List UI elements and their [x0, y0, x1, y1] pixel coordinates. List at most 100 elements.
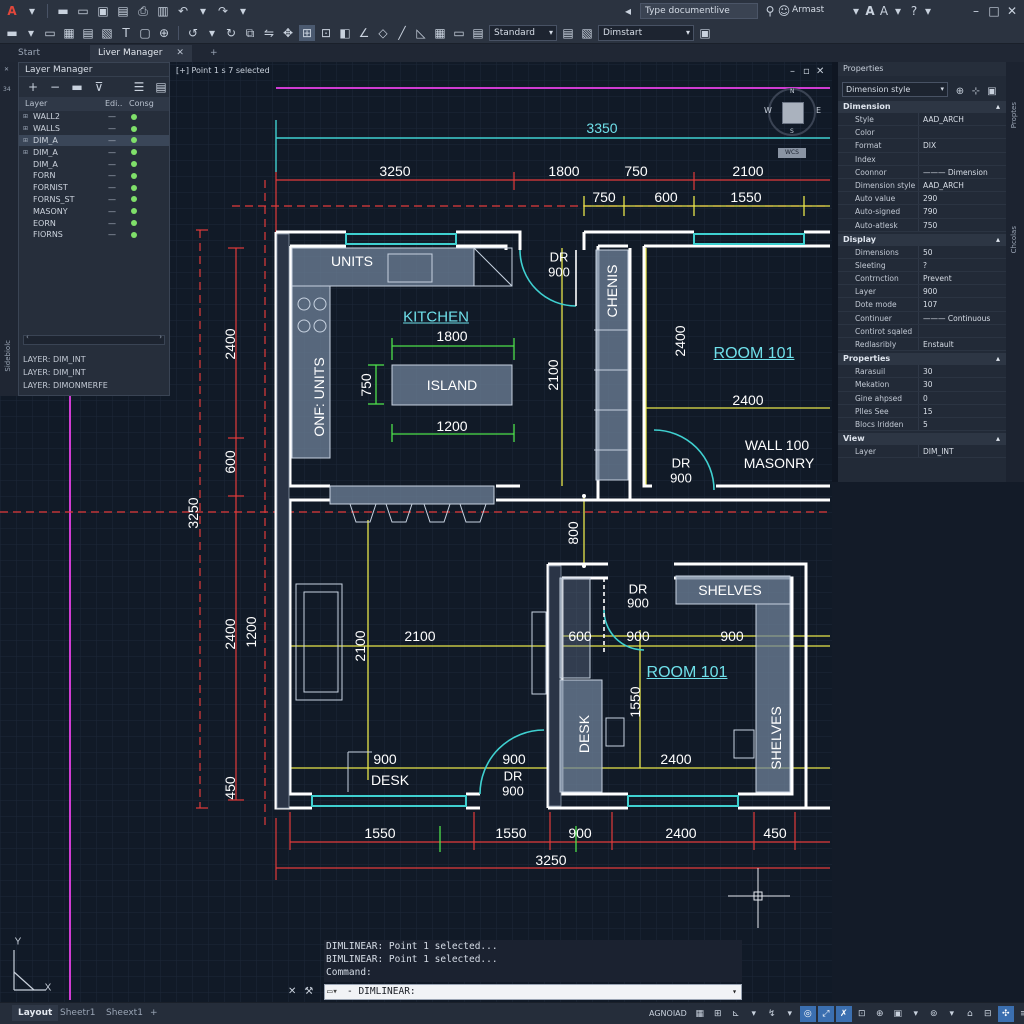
property-row[interactable]: Redlasribly Enstault: [838, 338, 1006, 352]
dim-lower-900d[interactable]: 900: [502, 751, 525, 767]
dim-top-1[interactable]: 3250: [379, 163, 410, 179]
dim-island-width[interactable]: 1800: [436, 328, 467, 344]
property-row[interactable]: Auto value 290: [838, 192, 1006, 206]
user-icon[interactable]: ☺: [776, 3, 792, 19]
viewport-close-icon[interactable]: ✕: [816, 66, 824, 77]
snap-dropdown-icon[interactable]: ▾: [746, 1006, 762, 1022]
isolate-icon[interactable]: ⌂: [962, 1006, 978, 1022]
label-desk-v[interactable]: DESK: [576, 715, 592, 753]
dim-mid-2400v[interactable]: 2400: [672, 325, 688, 356]
layer-edit[interactable]: —: [101, 171, 123, 180]
layer-row[interactable]: FORNIST —: [19, 182, 169, 194]
property-value[interactable]: AAD_ARCH: [918, 178, 996, 192]
property-row[interactable]: Contrnction Prevent: [838, 272, 1006, 286]
delete-layer-icon[interactable]: −: [47, 79, 63, 95]
table-icon[interactable]: ▦: [432, 25, 448, 41]
layout-icon[interactable]: ▭: [42, 25, 58, 41]
mirror-icon[interactable]: ⇋: [261, 25, 277, 41]
property-row[interactable]: Dimension style AAD_ARCH: [838, 178, 1006, 193]
dim-top2-3[interactable]: 1550: [730, 189, 761, 205]
property-value[interactable]: [918, 126, 996, 139]
property-value[interactable]: [918, 152, 996, 165]
label-dr-a[interactable]: DR: [550, 250, 569, 265]
layer-on-indicator[interactable]: [131, 161, 137, 168]
dim-left-2[interactable]: 600: [222, 450, 238, 473]
property-row[interactable]: Index: [838, 152, 1006, 166]
dim-lower-1550v[interactable]: 1550: [627, 686, 643, 717]
move-icon[interactable]: ✥: [280, 25, 296, 41]
transparency-icon[interactable]: ⊡: [854, 1006, 870, 1022]
viewport-minimize-icon[interactable]: –: [790, 66, 795, 77]
command-customize-icon[interactable]: ⚒: [304, 986, 313, 997]
layer-state-icon[interactable]: ▧: [579, 25, 595, 41]
label-shelves-v[interactable]: SHELVES: [768, 706, 784, 770]
property-row[interactable]: Blocs lridden 5: [838, 417, 1006, 432]
help-dropdown-icon[interactable]: ▾: [920, 3, 936, 19]
snap-toggle-icon[interactable]: ⊞: [710, 1006, 726, 1022]
layer-expand-icon[interactable]: ⊞: [19, 125, 29, 132]
tab-close-icon[interactable]: ✕: [176, 48, 184, 58]
col-layer[interactable]: Layer: [19, 97, 105, 111]
dim-radius-icon[interactable]: ◧: [337, 25, 353, 41]
property-row[interactable]: Mekation 30: [838, 378, 1006, 392]
layer-edit[interactable]: —: [101, 160, 123, 169]
label-kitchen[interactable]: KITCHEN: [403, 309, 469, 326]
layer-row[interactable]: ⊞ WALLS —: [19, 123, 169, 135]
dim-lower-900b[interactable]: 900: [720, 628, 743, 644]
tiles-icon[interactable]: ▤: [470, 25, 486, 41]
layer-edit[interactable]: —: [101, 195, 123, 204]
annotation-icon[interactable]: ▣: [890, 1006, 906, 1022]
property-row[interactable]: Style AAD_ARCH: [838, 113, 1006, 127]
dim-top2-1[interactable]: 750: [592, 189, 615, 205]
maximize-icon[interactable]: □: [986, 3, 1002, 19]
label-dr-b-val[interactable]: 900: [670, 471, 692, 486]
property-value[interactable]: 290: [918, 192, 996, 205]
property-row[interactable]: Gine ahpsed 0: [838, 391, 1006, 405]
tab-layout[interactable]: Layout: [12, 1005, 59, 1021]
property-value[interactable]: DIM_INT: [918, 445, 996, 458]
undo-dropdown-icon[interactable]: ▾: [195, 3, 211, 19]
property-value[interactable]: Prevent: [918, 272, 996, 285]
osnap-icon[interactable]: ◎: [799, 1006, 816, 1022]
property-row[interactable]: Rarasuil 30: [838, 365, 1006, 379]
property-value[interactable]: AAD_ARCH: [918, 113, 996, 126]
dim-island-width-2[interactable]: 1200: [436, 418, 467, 434]
dim-left-4[interactable]: 2400: [222, 618, 238, 649]
dim-aligned-icon[interactable]: ⊡: [318, 25, 334, 41]
label-room101-b[interactable]: ROOM 101: [647, 664, 728, 682]
property-value[interactable]: 790: [918, 205, 996, 218]
col-const[interactable]: Consg: [127, 97, 157, 111]
triangle-icon[interactable]: ◺: [413, 25, 429, 41]
undo-icon[interactable]: ↶: [175, 3, 191, 19]
dim-lower-2100h[interactable]: 2100: [404, 628, 435, 644]
command-dropdown-icon[interactable]: ▾: [732, 985, 737, 999]
label-dr-c-val[interactable]: 900: [627, 596, 649, 611]
scroll-right-icon[interactable]: ›: [159, 333, 162, 341]
label-island[interactable]: ISLAND: [427, 377, 478, 393]
label-chenis[interactable]: CHENIS: [604, 265, 620, 318]
ortho-icon[interactable]: ⊾: [728, 1006, 744, 1022]
label-wall100[interactable]: WALL 100: [745, 437, 809, 453]
minimize-icon[interactable]: –: [968, 3, 984, 19]
layer-on-indicator[interactable]: [131, 231, 137, 238]
dim-angle-icon[interactable]: ∠: [356, 25, 372, 41]
label-room101-a[interactable]: ROOM 101: [714, 345, 795, 363]
layer-row[interactable]: ⊞ DIM_A —: [19, 134, 169, 147]
layer-combo[interactable]: Standard ▾: [489, 25, 557, 41]
rotate-left-icon[interactable]: ↺: [185, 25, 201, 41]
save-as-icon[interactable]: ▤: [115, 3, 131, 19]
dim-bot-1550a[interactable]: 1550: [364, 825, 395, 841]
side-tab-properties[interactable]: Proptes: [1010, 102, 1018, 128]
close-icon[interactable]: ✕: [1004, 3, 1020, 19]
side-tab-second[interactable]: Chcolas: [1010, 226, 1018, 253]
viewport-label[interactable]: [+] Point 1 s 7 selected: [176, 66, 270, 75]
properties-section-header[interactable]: Dimension ▴: [838, 101, 1006, 113]
property-value[interactable]: 15: [918, 404, 996, 417]
dim-island-height[interactable]: 750: [358, 373, 374, 396]
new-layer-icon[interactable]: +: [25, 79, 41, 95]
property-row[interactable]: Plles See 15: [838, 404, 1006, 418]
new-tab-button[interactable]: +: [200, 45, 228, 62]
property-value[interactable]: ?: [918, 258, 996, 272]
viewport-restore-icon[interactable]: ▫: [803, 66, 810, 77]
grid-toggle-icon[interactable]: ▦: [692, 1006, 708, 1022]
